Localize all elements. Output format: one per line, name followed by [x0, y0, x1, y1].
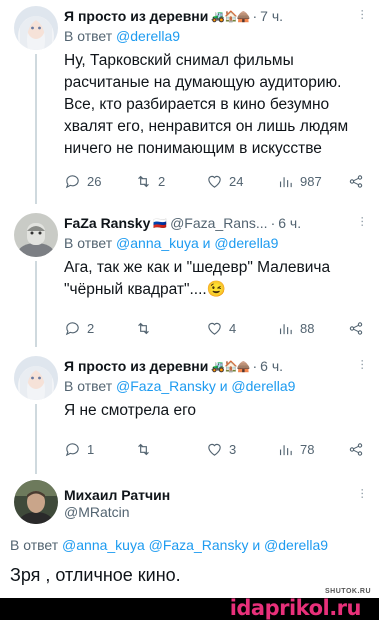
display-name[interactable]: Я просто из деревни [64, 8, 208, 24]
retweet-icon [138, 175, 149, 187]
views-icon [279, 444, 292, 455]
action-bar: 1 3 78 [64, 439, 364, 459]
tweet-text: Я не смотрела его [64, 402, 197, 419]
dot-separator: · [252, 358, 258, 374]
heart-icon [208, 322, 221, 335]
display-name[interactable]: Я просто из деревни [64, 358, 208, 374]
action-bar: 26 2 24 987 [64, 171, 364, 191]
share-button[interactable] [348, 441, 364, 458]
site-watermark: idaprikol.ru [229, 596, 362, 620]
avatar[interactable] [14, 6, 58, 50]
reply-icon [65, 174, 79, 188]
reply-context: В ответ @derella9 [64, 28, 180, 44]
tweet-text: Ага, так же как и "шедевр" Малевича "чёр… [64, 259, 331, 298]
reply-mention-link[interactable]: @derella9 [116, 28, 180, 44]
retweet-button[interactable]: 2 [135, 173, 205, 190]
dot-separator: · [252, 8, 258, 24]
reply-mention-link[interactable]: @anna_kuya и @derella9 [116, 235, 278, 251]
tweet-header: Я просто из деревни 🚜🏠🛖 · 6 ч. [64, 356, 369, 376]
reply-prefix: В ответ [64, 28, 113, 44]
user-handle[interactable]: @Faza_Rans... [170, 215, 267, 231]
reply-mention-link[interactable]: @anna_kuya @Faza_Ransky и @derella9 [62, 537, 328, 553]
view-count: 987 [300, 173, 322, 189]
more-options-icon[interactable]: ··· [356, 9, 372, 20]
avatar[interactable] [14, 356, 58, 400]
reply-button[interactable]: 1 [64, 441, 134, 458]
thread-line [35, 261, 37, 347]
reply-context: В ответ @anna_kuya и @derella9 [64, 235, 278, 251]
reply-count: 1 [87, 441, 95, 457]
dot-separator: · [270, 215, 276, 231]
reply-icon [65, 321, 79, 335]
tweet-1[interactable]: Я просто из деревни 🚜🏠🛖 · 7 ч. ··· В отв… [0, 0, 379, 205]
thread-line [35, 54, 37, 204]
avatar[interactable] [14, 213, 58, 257]
reply-prefix: В ответ [10, 537, 59, 553]
avatar[interactable] [14, 480, 58, 524]
views-button[interactable]: 987 [277, 173, 347, 190]
display-name[interactable]: Михаил Ратчин [64, 487, 170, 503]
tweet-header: Я просто из деревни 🚜🏠🛖 · 7 ч. [64, 6, 369, 26]
thread-line [35, 404, 37, 474]
tweet-header: FaZa Ransky 🇷🇺 @Faza_Rans... · 6 ч. [64, 213, 369, 233]
retweet-button[interactable] [135, 441, 205, 458]
action-bar: 2 4 88 [64, 318, 364, 338]
source-watermark: SHUTOK.RU [325, 588, 371, 595]
like-button[interactable]: 24 [206, 173, 276, 190]
reply-button[interactable]: 26 [64, 173, 134, 190]
like-count: 3 [229, 441, 237, 457]
views-icon [279, 323, 292, 334]
share-icon [349, 321, 363, 335]
reply-prefix: В ответ [64, 235, 113, 251]
tweet-text: Зря , отличное кино. [10, 565, 181, 585]
retweet-icon [138, 322, 149, 334]
watermark-bar: idaprikol.ru [0, 596, 379, 620]
like-button[interactable]: 3 [206, 441, 276, 458]
views-button[interactable]: 88 [277, 320, 347, 337]
main-tweet[interactable]: Михаил Ратчин ··· @MRatcin В ответ @anna… [0, 474, 379, 598]
name-emoji: 🚜🏠🛖 [211, 10, 250, 23]
more-options-icon[interactable]: ··· [356, 216, 372, 227]
tweet-3[interactable]: Я просто из деревни 🚜🏠🛖 · 6 ч. ··· В отв… [0, 350, 379, 474]
heart-icon [208, 175, 221, 188]
views-button[interactable]: 78 [277, 441, 347, 458]
reply-button[interactable]: 2 [64, 320, 134, 337]
user-handle[interactable]: @MRatcin [64, 504, 130, 520]
reply-prefix: В ответ [64, 378, 113, 394]
timestamp[interactable]: 7 ч. [260, 8, 283, 24]
tweet-text: Ну, Тарковский снимал фильмы расчитаные … [64, 52, 349, 157]
timestamp[interactable]: 6 ч. [278, 215, 301, 231]
retweet-icon [138, 443, 149, 455]
heart-icon [208, 443, 221, 456]
reply-context: В ответ @Faza_Ransky и @derella9 [64, 378, 295, 394]
share-button[interactable] [348, 320, 364, 337]
reply-icon [65, 442, 79, 456]
like-count: 4 [229, 320, 237, 336]
reply-count: 26 [87, 173, 102, 189]
retweet-button[interactable] [135, 320, 205, 337]
display-name[interactable]: FaZa Ransky [64, 215, 150, 231]
timestamp[interactable]: 6 ч. [260, 358, 283, 374]
more-options-icon[interactable]: ··· [356, 488, 372, 499]
share-button[interactable] [348, 173, 364, 190]
like-count: 24 [229, 173, 244, 189]
share-icon [349, 442, 363, 456]
retweet-count: 2 [158, 173, 166, 189]
flag-emoji: 🇷🇺 [153, 217, 167, 230]
share-icon [349, 174, 363, 188]
view-count: 78 [300, 441, 315, 457]
reply-mention-link[interactable]: @Faza_Ransky и @derella9 [116, 378, 295, 394]
view-count: 88 [300, 320, 315, 336]
reply-count: 2 [87, 320, 95, 336]
more-options-icon[interactable]: ··· [356, 359, 372, 370]
name-emoji: 🚜🏠🛖 [211, 360, 250, 373]
like-button[interactable]: 4 [206, 320, 276, 337]
reply-context: В ответ @anna_kuya @Faza_Ransky и @derel… [10, 537, 328, 553]
tweet-2[interactable]: FaZa Ransky 🇷🇺 @Faza_Rans... · 6 ч. ··· … [0, 207, 379, 347]
views-icon [279, 176, 292, 187]
tweet-header: Михаил Ратчин [64, 485, 369, 505]
